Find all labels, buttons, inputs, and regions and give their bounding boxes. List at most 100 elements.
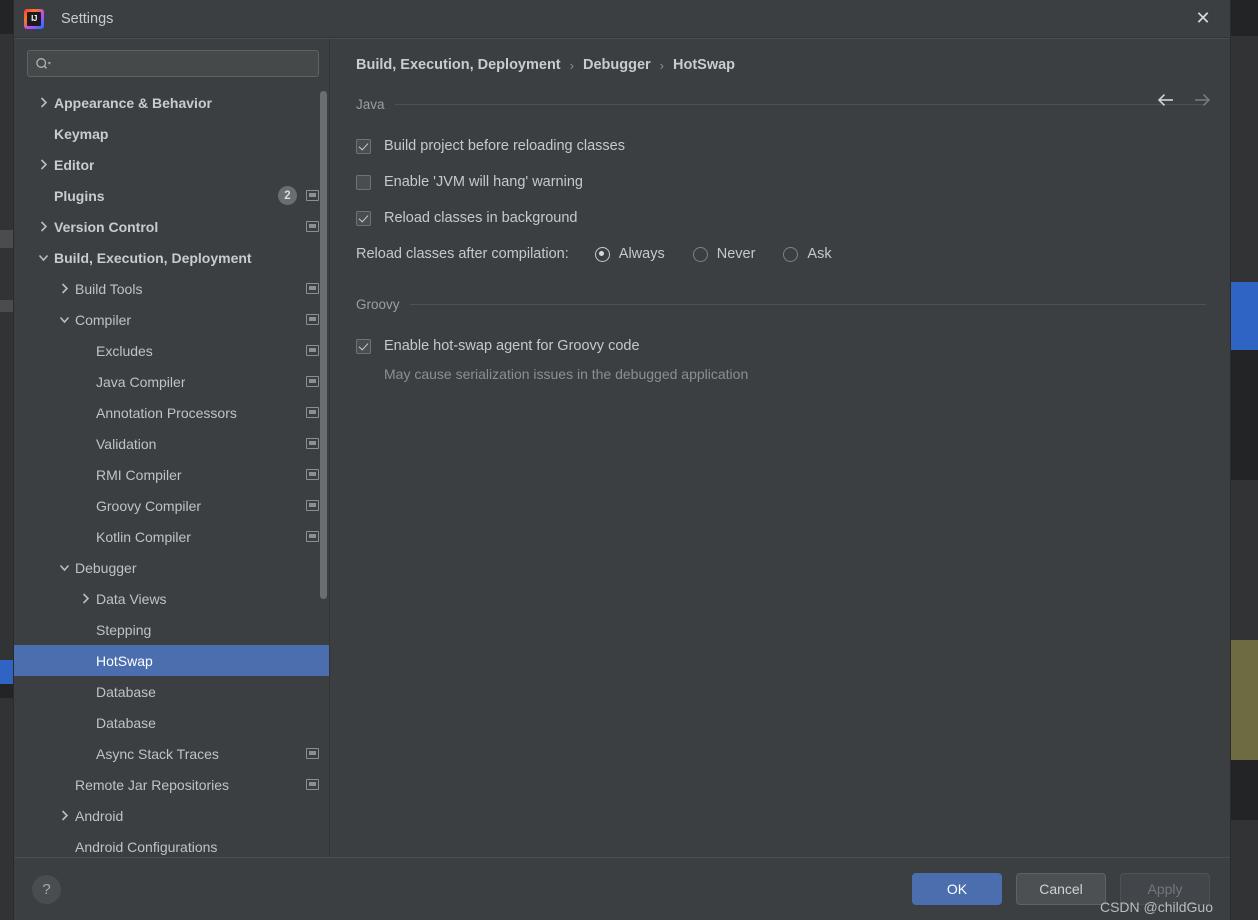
cancel-button[interactable]: Cancel <box>1016 873 1106 905</box>
chevron-right-icon[interactable] <box>78 591 93 606</box>
breadcrumb-separator: › <box>659 57 664 73</box>
sidebar-item-label: Validation <box>96 435 157 452</box>
sidebar-item-excludes[interactable]: Excludes <box>14 335 329 366</box>
java-options: Build project before reloading classes E… <box>356 128 1206 272</box>
screen: Settings ✕ <box>0 0 1258 920</box>
chevron-right-icon[interactable] <box>36 219 51 234</box>
chevron-right-icon[interactable] <box>57 281 72 296</box>
sidebar-item-rmi-compiler[interactable]: RMI Compiler <box>14 459 329 490</box>
sidebar-scrollbar[interactable] <box>320 91 327 599</box>
checkbox-jvm-hang-warning[interactable]: Enable 'JVM will hang' warning <box>356 164 1206 200</box>
radio-indicator[interactable] <box>594 246 610 262</box>
chevron-down-icon[interactable] <box>57 560 72 575</box>
settings-tree-list: Appearance & Behavior Keymap Editor Plugins… <box>14 86 329 857</box>
dialog-titlebar: Settings ✕ <box>14 0 1230 38</box>
sidebar-item-label: RMI Compiler <box>96 466 182 483</box>
checkbox-indicator[interactable] <box>356 138 371 154</box>
search-container <box>14 39 329 86</box>
sidebar-item-label: Android Configurations <box>75 838 218 855</box>
sidebar-item-label: Android <box>75 807 124 824</box>
radio-never[interactable]: Never <box>692 246 755 262</box>
ok-button[interactable]: OK <box>912 873 1002 905</box>
breadcrumb-item[interactable]: Debugger <box>583 57 651 73</box>
sidebar-item-android-configurations[interactable]: Android Configurations <box>14 831 329 857</box>
settings-dialog: Settings ✕ <box>14 0 1230 920</box>
sidebar-item-hotswap[interactable]: HotSwap <box>14 645 329 676</box>
arrow-right-icon[interactable] <box>1192 91 1212 109</box>
sidebar-item-remote-jar-repositories[interactable]: Remote Jar Repositories <box>14 769 329 800</box>
project-scope-icon <box>306 407 319 418</box>
sidebar-item-version-control[interactable]: Version Control <box>14 211 329 242</box>
checkbox-indicator[interactable] <box>356 174 371 190</box>
sidebar-item-label: Version Control <box>54 218 159 235</box>
settings-content: Build, Execution, Deployment › Debugger › Ho… <box>330 39 1230 857</box>
sidebar-item-annotation-processors[interactable]: Annotation Processors <box>14 397 329 428</box>
chevron-down-icon[interactable] <box>57 312 72 327</box>
settings-tree: Appearance & Behavior Keymap Editor Plugins… <box>14 86 329 857</box>
arrow-left-icon[interactable] <box>1156 91 1176 109</box>
dialog-title: Settings <box>61 10 114 27</box>
chevron-right-icon[interactable] <box>36 95 51 110</box>
breadcrumb-item[interactable]: Build, Execution, Deployment <box>356 57 561 73</box>
sidebar-item-label: Stepping <box>96 621 152 638</box>
chevron-right-icon[interactable] <box>57 808 72 823</box>
navigation-arrows <box>1156 91 1212 109</box>
chevron-down-icon[interactable] <box>36 250 51 265</box>
sidebar-item-label: Async Stack Traces <box>96 745 219 762</box>
sidebar-item-data-views[interactable]: Data Views <box>14 583 329 614</box>
sidebar-item-debugger[interactable]: Debugger <box>14 552 329 583</box>
checkbox-reload-background[interactable]: Reload classes in background <box>356 200 1206 236</box>
section-divider <box>409 304 1206 305</box>
search-input[interactable] <box>52 56 311 71</box>
dialog-footer: ? OK Cancel Apply CSDN @childGuo <box>14 857 1230 920</box>
sidebar-item-database[interactable]: Database <box>14 676 329 707</box>
radio-label: Ask <box>807 246 832 262</box>
search-box[interactable] <box>27 50 319 77</box>
chevron-right-icon[interactable] <box>36 157 51 172</box>
radio-indicator[interactable] <box>783 246 799 262</box>
sidebar-item-compiler[interactable]: Compiler <box>14 304 329 335</box>
sidebar-item-build-execution-deployment[interactable]: Build, Execution, Deployment <box>14 242 329 273</box>
sidebar-item-database[interactable]: Database <box>14 707 329 738</box>
project-scope-icon <box>306 469 319 480</box>
radio-indicator[interactable] <box>692 246 708 262</box>
groovy-block: Groovy Enable hot-swap agent for Groovy … <box>356 297 1206 382</box>
sidebar-item-label: Data Views <box>96 590 167 607</box>
sidebar-item-java-compiler[interactable]: Java Compiler <box>14 366 329 397</box>
close-icon[interactable]: ✕ <box>1186 6 1220 32</box>
help-icon[interactable]: ? <box>32 874 61 904</box>
sidebar-item-kotlin-compiler[interactable]: Kotlin Compiler <box>14 521 329 552</box>
sidebar-item-label: Excludes <box>96 342 153 359</box>
sidebar-item-android[interactable]: Android <box>14 800 329 831</box>
radio-ask[interactable]: Ask <box>783 246 832 262</box>
intellij-idea-logo-icon <box>24 8 44 29</box>
sidebar-item-build-tools[interactable]: Build Tools <box>14 273 329 304</box>
sidebar-item-plugins[interactable]: Plugins 2 <box>14 180 329 211</box>
project-scope-icon <box>306 283 319 294</box>
project-scope-icon <box>306 500 319 511</box>
checkbox-indicator[interactable] <box>356 338 371 354</box>
sidebar-item-keymap[interactable]: Keymap <box>14 118 329 149</box>
sidebar-item-groovy-compiler[interactable]: Groovy Compiler <box>14 490 329 521</box>
sidebar-item-editor[interactable]: Editor <box>14 149 329 180</box>
radio-always[interactable]: Always <box>594 246 665 262</box>
sidebar-item-appearance-behavior[interactable]: Appearance & Behavior <box>14 87 329 118</box>
sidebar-item-validation[interactable]: Validation <box>14 428 329 459</box>
sidebar-item-async-stack-traces[interactable]: Async Stack Traces <box>14 738 329 769</box>
checkbox-groovy-hotswap[interactable]: Enable hot-swap agent for Groovy code <box>356 328 1206 364</box>
checkbox-indicator[interactable] <box>356 210 371 226</box>
checkbox-build-project[interactable]: Build project before reloading classes <box>356 128 1206 164</box>
sidebar-item-stepping[interactable]: Stepping <box>14 614 329 645</box>
breadcrumb-separator: › <box>569 57 574 73</box>
groovy-hint-text: May cause serialization issues in the de… <box>384 366 749 382</box>
